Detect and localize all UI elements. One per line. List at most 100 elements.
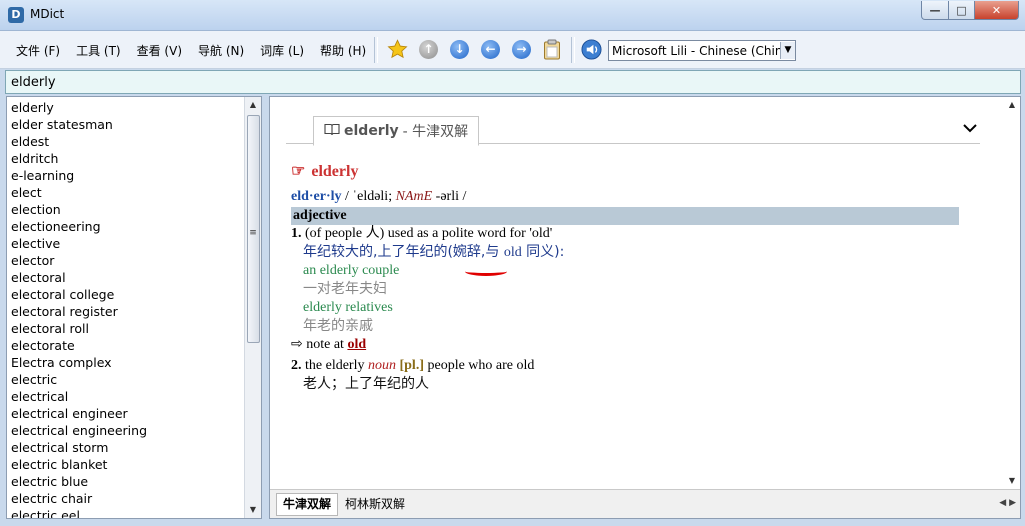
window-controls: — □ ✕ <box>921 1 1019 21</box>
word-list-item[interactable]: election <box>11 201 243 218</box>
entry-tab-dict: - 牛津双解 <box>402 124 469 140</box>
word-list-item[interactable]: elderly <box>11 99 243 116</box>
sense-2-definition: people who are old <box>427 358 535 373</box>
red-annotation-underline <box>465 267 507 276</box>
word-list-item[interactable]: electoral register <box>11 303 243 320</box>
word-list-item[interactable]: elect <box>11 184 243 201</box>
pane-splitter[interactable] <box>262 96 268 517</box>
word-list-item[interactable]: electric <box>11 371 243 388</box>
definition-scrollbar[interactable]: ▲ ▼ <box>1004 97 1020 489</box>
scroll-up-icon[interactable]: ▲ <box>245 97 261 113</box>
clipboard-icon[interactable] <box>541 39 562 60</box>
word-list-item[interactable]: electric eel <box>11 507 243 518</box>
word-list-item[interactable]: elective <box>11 235 243 252</box>
sense-1-chinese: 年纪较大的,上了年纪的(婉辞,与 old 同义): <box>291 243 959 262</box>
pointing-hand-icon: ☞ <box>291 163 306 180</box>
sense-2-grammar: [pl.] <box>399 358 424 373</box>
word-list-item[interactable]: electric blue <box>11 473 243 490</box>
word-list-item[interactable]: electoral college <box>11 286 243 303</box>
word-list-item[interactable]: electorate <box>11 337 243 354</box>
title-bar: D MDict — □ ✕ <box>0 0 1025 31</box>
word-list-item[interactable]: electric chair <box>11 490 243 507</box>
sense-1-chinese-end: 同义): <box>526 244 565 260</box>
voice-selected-value: Microsoft Lili - Chinese (China) <box>612 43 780 58</box>
toolbar-separator <box>374 37 378 63</box>
syllables: eld·er·ly <box>291 189 342 204</box>
down-icon[interactable]: ↓ <box>449 39 470 60</box>
word-list-item[interactable]: electrical engineer <box>11 405 243 422</box>
word-list-items: elderly elder statesman eldest eldritch e-le… <box>11 99 243 518</box>
sense-2-noun: noun <box>367 358 396 373</box>
sense-number: 2. <box>291 358 302 373</box>
minimize-button[interactable]: — <box>921 1 949 20</box>
word-list-item[interactable]: electrical engineering <box>11 422 243 439</box>
tab-collins[interactable]: 柯林斯双解 <box>338 493 413 516</box>
word-list-item[interactable]: electoral <box>11 269 243 286</box>
sense-definition: (of people 人) used as a polite word for … <box>305 226 553 241</box>
sense-1: 1. (of people 人) used as a polite word f… <box>291 225 959 243</box>
example-1: an elderly couple <box>303 263 400 278</box>
note-prefix: ⇨ note at <box>291 337 344 352</box>
scroll-down-icon[interactable]: ▼ <box>245 502 261 518</box>
window-title: MDict <box>30 7 65 21</box>
sense-1-ref[interactable]: old <box>504 245 522 260</box>
maximize-button[interactable]: □ <box>949 1 975 20</box>
part-of-speech: adjective <box>291 207 959 225</box>
sense-1-chinese-text: 年纪较大的,上了年纪的(婉辞,与 <box>303 244 500 260</box>
search-input[interactable] <box>6 71 1020 93</box>
mdict-logo-icon: D <box>8 7 24 23</box>
entry-tab-word: elderly <box>344 123 399 139</box>
word-list-item[interactable]: electric blanket <box>11 456 243 473</box>
close-button[interactable]: ✕ <box>975 1 1019 20</box>
ame-label: NAmE <box>395 189 433 204</box>
american-pron: -ərli / <box>435 189 467 204</box>
word-list-item[interactable]: eldritch <box>11 150 243 167</box>
word-list-item[interactable]: electioneering <box>11 218 243 235</box>
word-list-item[interactable]: Electra complex <box>11 354 243 371</box>
menu-navigate[interactable]: 导航 (N) <box>190 42 252 59</box>
dictionary-tabs: 牛津双解 柯林斯双解 ◀ ▶ <box>270 489 1020 518</box>
example-2: elderly relatives <box>303 300 393 315</box>
note-link[interactable]: old <box>347 337 366 352</box>
voice-select[interactable]: Microsoft Lili - Chinese (China) ▼ <box>608 40 796 61</box>
headword-text: elderly <box>311 163 359 180</box>
word-list-item[interactable]: electrical storm <box>11 439 243 456</box>
word-list: elderly elder statesman eldest eldritch e-le… <box>6 96 262 519</box>
speaker-icon[interactable] <box>581 39 602 60</box>
pronunciation-line: eld·er·ly / ˈeldəli; NAmE -ərli / <box>291 187 959 207</box>
sense-2-phrase: the elderly <box>305 358 365 373</box>
tab-nav-arrows[interactable]: ◀ ▶ <box>999 498 1016 508</box>
menu-library[interactable]: 词库 (L) <box>252 42 312 59</box>
menu-view[interactable]: 查看 (V) <box>129 42 190 59</box>
scroll-up-icon[interactable]: ▲ <box>1004 97 1020 113</box>
scroll-grip-icon: ≡ <box>249 228 257 238</box>
toolbar-separator <box>571 37 575 63</box>
word-list-item[interactable]: eldest <box>11 133 243 150</box>
forward-icon[interactable]: → <box>511 39 532 60</box>
scroll-down-icon[interactable]: ▼ <box>1004 473 1020 489</box>
word-list-item[interactable]: elder statesman <box>11 116 243 133</box>
up-icon[interactable]: ↑ <box>418 39 439 60</box>
chevron-down-icon[interactable]: ▼ <box>780 42 795 59</box>
sense-number: 1. <box>291 226 302 241</box>
headword: ☞ elderly <box>291 161 959 187</box>
chevron-down-icon[interactable] <box>963 121 977 137</box>
pron-separator: / <box>345 189 349 204</box>
sense-2: 2. the elderly noun [pl.] people who are… <box>291 357 959 375</box>
entry-dict-tab[interactable]: elderly - 牛津双解 <box>313 116 480 146</box>
tab-oxford[interactable]: 牛津双解 <box>276 493 339 516</box>
word-list-item[interactable]: e-learning <box>11 167 243 184</box>
word-list-item[interactable]: elector <box>11 252 243 269</box>
menu-tools[interactable]: 工具 (T) <box>68 42 129 59</box>
menu-toolbar: 文件 (F) 工具 (T) 查看 (V) 导航 (N) 词库 (L) 帮助 (H… <box>0 31 1025 69</box>
book-icon <box>324 123 340 140</box>
word-list-item[interactable]: electoral roll <box>11 320 243 337</box>
search-bar <box>5 70 1021 94</box>
menu-file[interactable]: 文件 (F) <box>8 42 68 59</box>
back-icon[interactable]: ← <box>480 39 501 60</box>
word-list-item[interactable]: electrical <box>11 388 243 405</box>
star-icon[interactable] <box>387 39 408 60</box>
note-line: ⇨ note at old <box>291 336 959 354</box>
menu-help[interactable]: 帮助 (H) <box>312 42 374 59</box>
word-list-scrollbar[interactable]: ▲ ≡ ▼ <box>244 97 261 518</box>
